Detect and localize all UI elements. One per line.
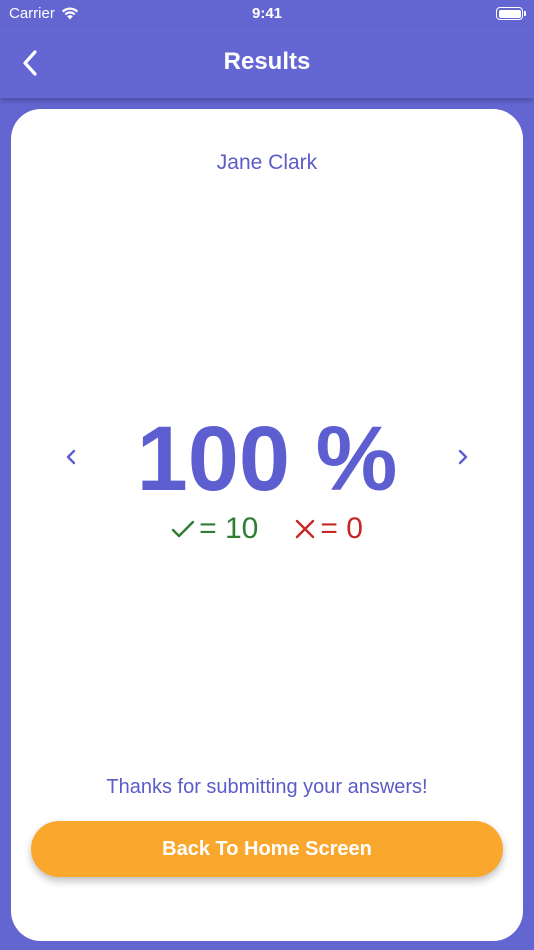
status-time: 9:41	[251, 5, 283, 22]
chevron-right-icon	[458, 449, 468, 465]
battery-level	[498, 9, 521, 18]
battery-tip	[524, 11, 526, 16]
correct-tally: = 10	[171, 512, 258, 546]
wrong-tally: = 0	[294, 512, 363, 546]
cross-icon	[296, 519, 315, 539]
nav-bar: Results	[0, 28, 534, 98]
next-result-button[interactable]	[443, 437, 483, 477]
battery-icon	[496, 7, 526, 20]
correct-count: = 10	[199, 512, 259, 545]
student-name: Jane Clark	[216, 151, 318, 174]
wrong-count: = 0	[320, 512, 363, 545]
back-to-home-button[interactable]: Back To Home Screen	[31, 821, 503, 877]
score-row: 100 %	[11, 409, 523, 509]
thanks-message: Thanks for submitting your answers!	[106, 776, 428, 798]
answer-tally: = 10 = 0	[11, 512, 523, 546]
page-title: Results	[223, 48, 311, 75]
check-icon	[171, 520, 195, 538]
result-card: Jane Clark 100 % = 10 = 0 Thanks for sub…	[11, 109, 523, 941]
status-bar: Carrier 9:41	[0, 0, 534, 28]
